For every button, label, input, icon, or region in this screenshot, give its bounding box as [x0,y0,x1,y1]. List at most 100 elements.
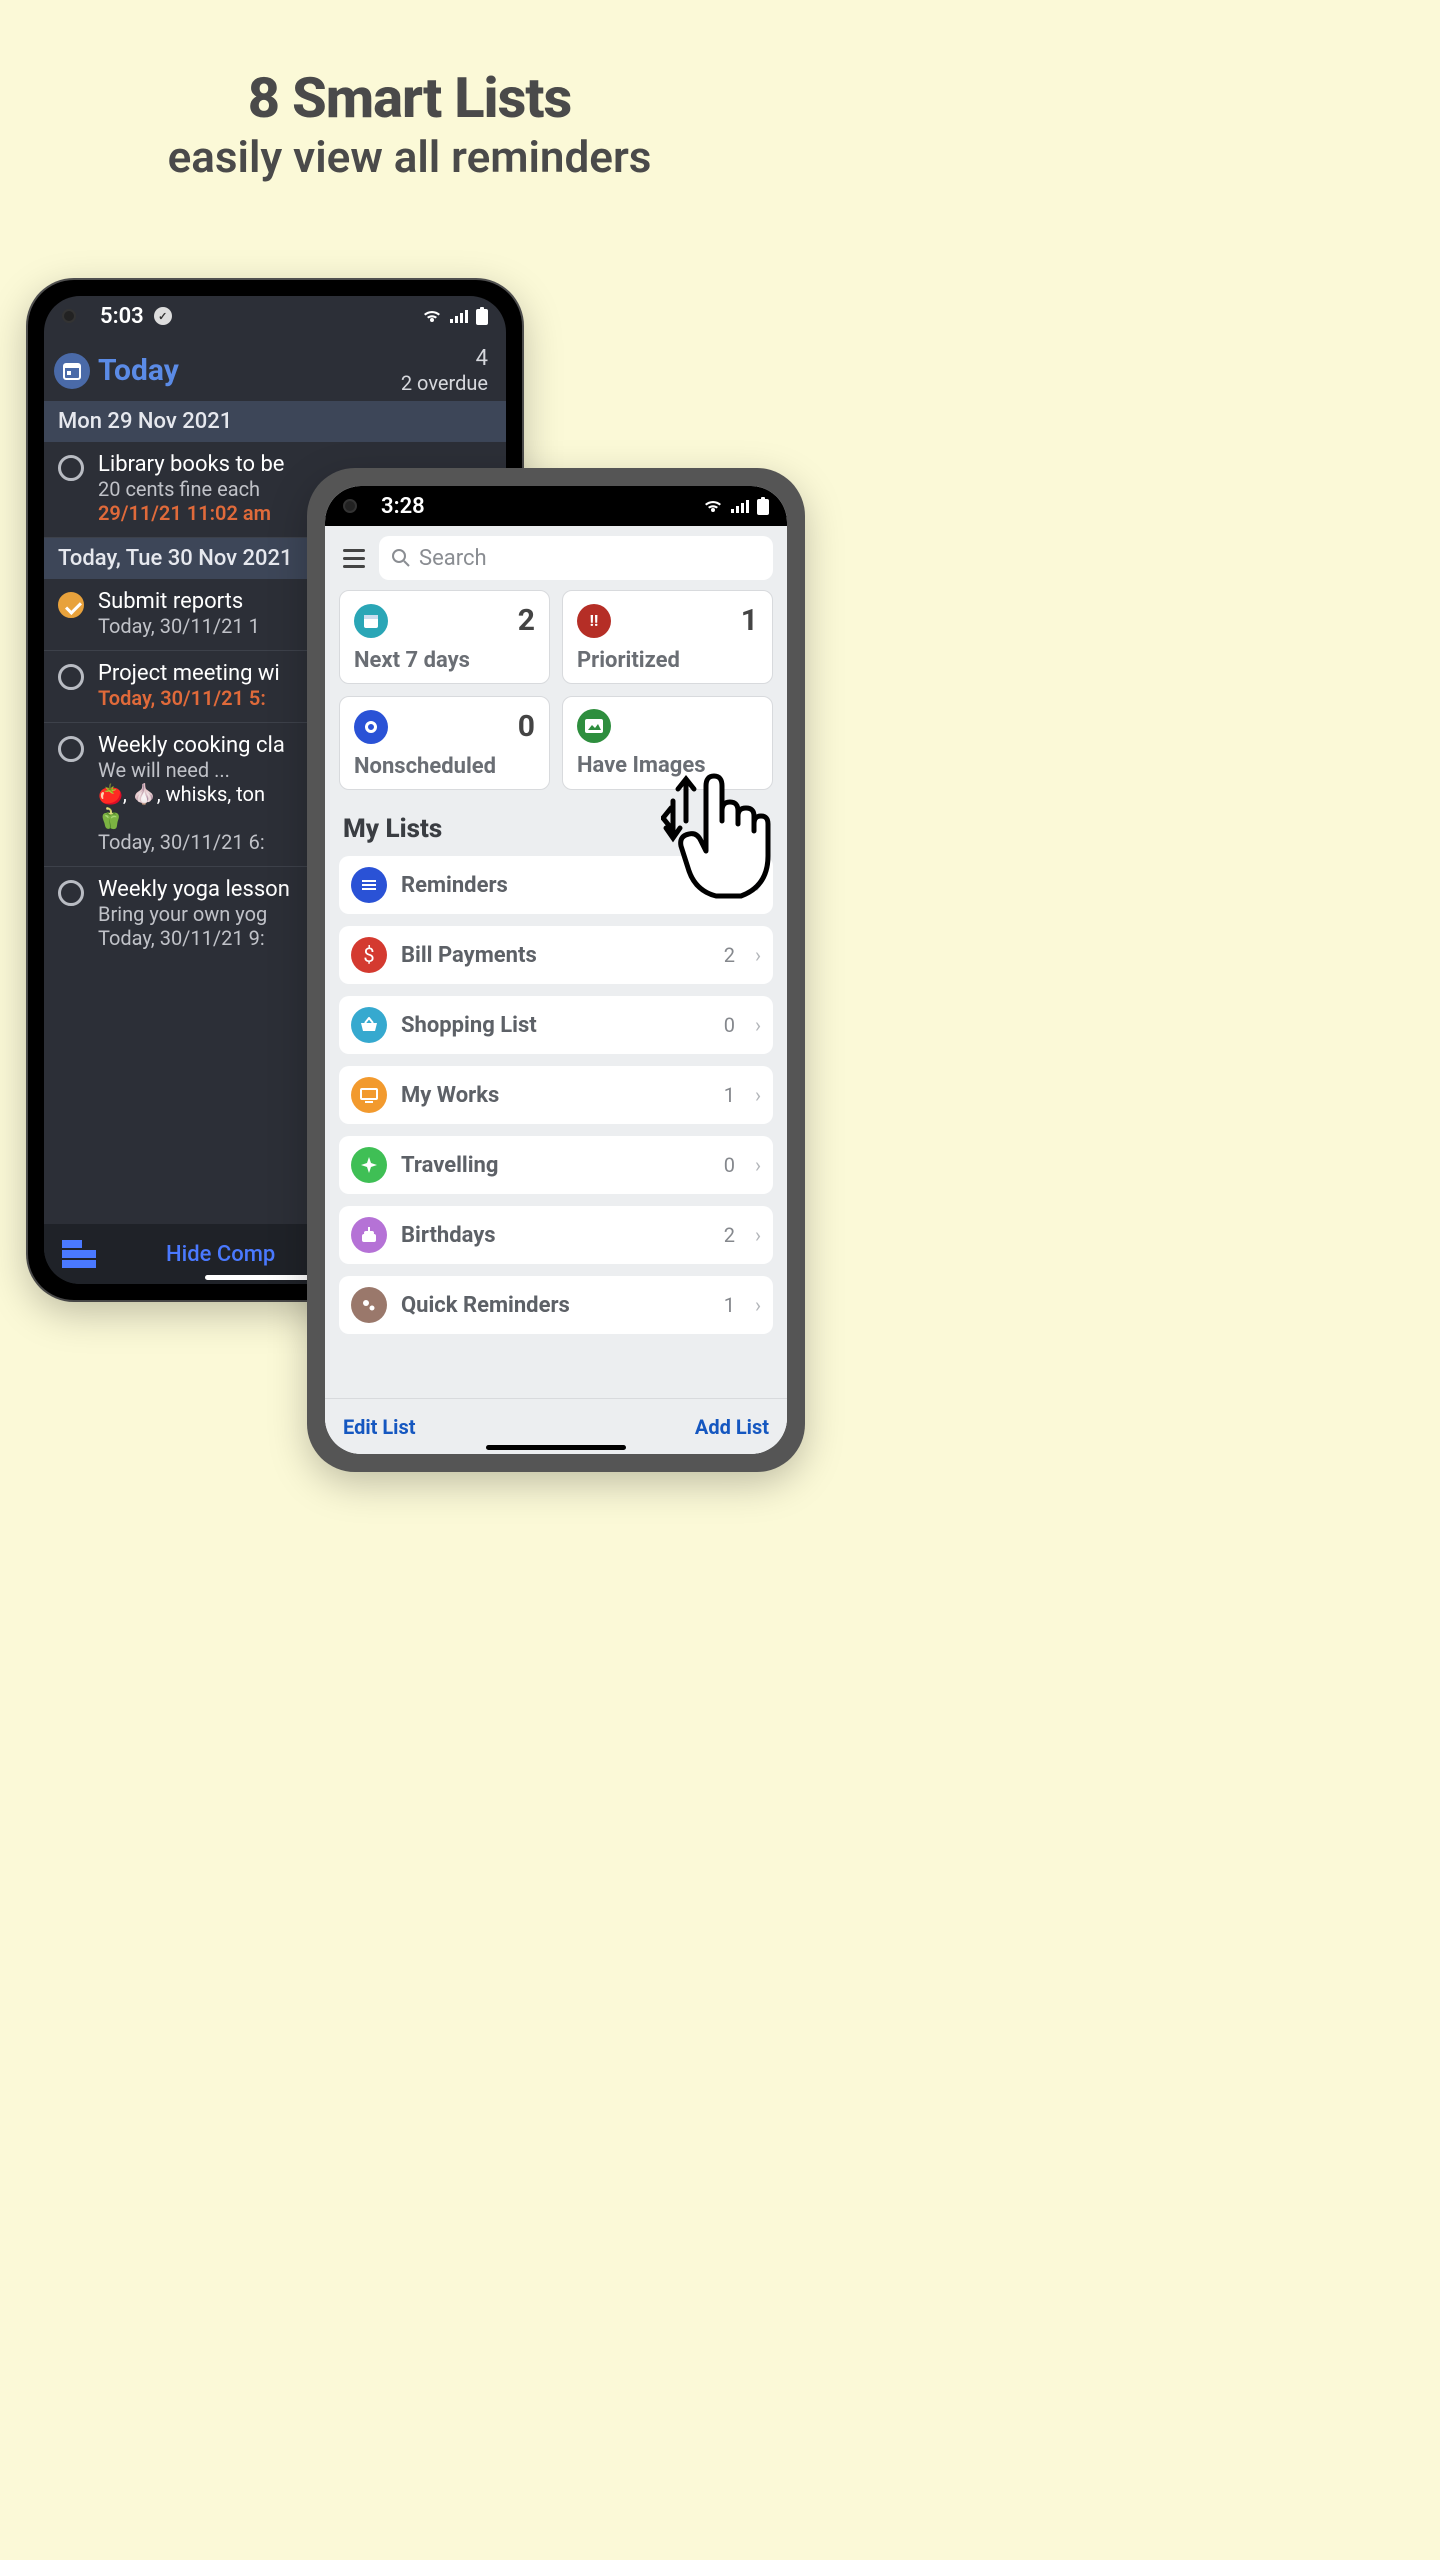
search-input[interactable]: Search [379,536,773,580]
list-label: Travelling [401,1153,710,1178]
status-bar: 3:28 [325,486,787,526]
list-count: 0 [724,1153,735,1177]
chevron-right-icon: › [755,1013,761,1037]
my-lists-header[interactable]: My Lists ˄ [333,790,779,856]
today-overdue: 2 overdue [401,371,488,395]
list-label: Shopping List [401,1013,710,1038]
list-icon [351,867,387,903]
topbar: Search [333,526,779,590]
tile-label: Prioritized [577,648,758,673]
hide-completed-button[interactable]: Hide Comp [166,1242,275,1267]
tile-label: Nonscheduled [354,754,535,779]
task-overdue-time: Today, 30/11/21 5: [98,686,280,710]
task-time: Today, 30/11/21 1 [98,614,260,638]
battery-icon [476,307,488,325]
list-row-shopping[interactable]: Shopping List 0 › [339,996,773,1054]
chevron-right-icon: › [755,1153,761,1177]
list-row-birthdays[interactable]: Birthdays 2 › [339,1206,773,1264]
phone-lists: 3:28 Search [309,470,803,1470]
battery-icon [757,497,769,515]
chevron-right-icon: › [755,1293,761,1317]
add-list-button[interactable]: Add List [695,1415,769,1439]
task-radio-done[interactable] [58,592,84,618]
today-header: Today 4 2 overdue [44,336,506,401]
image-icon [577,709,611,743]
headline-subtitle: easily view all reminders [0,131,819,183]
task-subtitle: We will need ... [98,758,285,782]
monitor-icon [351,1077,387,1113]
task-subtitle: Bring your own yog [98,902,290,926]
list-label: Birthdays [401,1223,710,1248]
check-icon: ✓ [154,307,172,325]
task-title: Project meeting wi [98,661,280,686]
section-title-text: My Lists [343,814,442,844]
tile-label: Have Images [577,753,758,778]
headline-title: 8 Smart Lists [0,65,819,131]
signal-icon [450,309,468,323]
dollar-icon: $ [351,937,387,973]
today-count: 4 [401,346,488,371]
task-radio[interactable] [58,736,84,762]
tile-count: 2 [518,603,535,638]
list-count: 1 [724,1083,735,1107]
task-emoji-line2: 🫑 [98,806,285,830]
task-radio[interactable] [58,664,84,690]
smart-tiles: 2 Next 7 days !! 1 Prioritized [333,590,779,790]
basket-icon [351,1007,387,1043]
task-emoji-line: 🍅, 🧄, whisks, ton [98,782,285,806]
tile-next7[interactable]: 2 Next 7 days [339,590,550,684]
menu-icon[interactable] [339,545,369,572]
wifi-icon [703,498,723,514]
tile-nonscheduled[interactable]: 0 Nonscheduled [339,696,550,790]
chevron-right-icon: › [755,1083,761,1107]
list-row-travel[interactable]: Travelling 0 › [339,1136,773,1194]
task-title: Library books to be [98,452,284,477]
camera-dot [343,499,357,513]
chevron-up-icon: ˄ [757,817,769,842]
list-label: My Works [401,1083,710,1108]
list-label: Bill Payments [401,943,710,968]
view-toggle-icon[interactable] [62,1240,96,1268]
search-icon [391,548,411,568]
task-subtitle: 20 cents fine each [98,477,284,501]
calendar-icon [354,604,388,638]
list-count: 0 [724,1013,735,1037]
list-label: Reminders [401,873,710,898]
tile-count: 1 [741,603,758,638]
chevron-right-icon: › [755,1223,761,1247]
status-icons [703,497,769,515]
nav-pill [486,1445,626,1450]
clock: 3:28 [381,494,425,519]
wifi-icon [422,308,442,324]
list-count: 5 [724,873,735,897]
task-overdue-time: 29/11/21 11:02 am [98,501,284,525]
status-bar: 5:03 ✓ [44,296,506,336]
chevron-right-icon: › [755,873,761,897]
tile-prioritized[interactable]: !! 1 Prioritized [562,590,773,684]
list-count: 2 [724,943,735,967]
today-counts: 4 2 overdue [401,346,488,395]
task-radio[interactable] [58,880,84,906]
tile-have-images[interactable]: Have Images [562,696,773,790]
calendar-icon [54,353,90,389]
plane-icon [351,1147,387,1183]
task-time: Today, 30/11/21 6: [98,830,285,854]
circle-icon [354,710,388,744]
list-label: Quick Reminders [401,1293,710,1318]
list-row-reminders[interactable]: Reminders 5 › [339,856,773,914]
edit-list-button[interactable]: Edit List [343,1415,416,1439]
chevron-right-icon: › [755,943,761,967]
priority-icon: !! [577,604,611,638]
task-title: Submit reports [98,589,260,614]
list-row-quick[interactable]: Quick Reminders 1 › [339,1276,773,1334]
task-radio[interactable] [58,455,84,481]
list-row-bill[interactable]: $ Bill Payments 2 › [339,926,773,984]
tile-count: 0 [518,709,535,744]
signal-icon [731,499,749,513]
list-row-works[interactable]: My Works 1 › [339,1066,773,1124]
camera-dot [62,309,76,323]
task-time: Today, 30/11/21 9: [98,926,290,950]
cake-icon [351,1217,387,1253]
today-title: Today [98,353,179,388]
task-title: Weekly cooking cla [98,733,285,758]
